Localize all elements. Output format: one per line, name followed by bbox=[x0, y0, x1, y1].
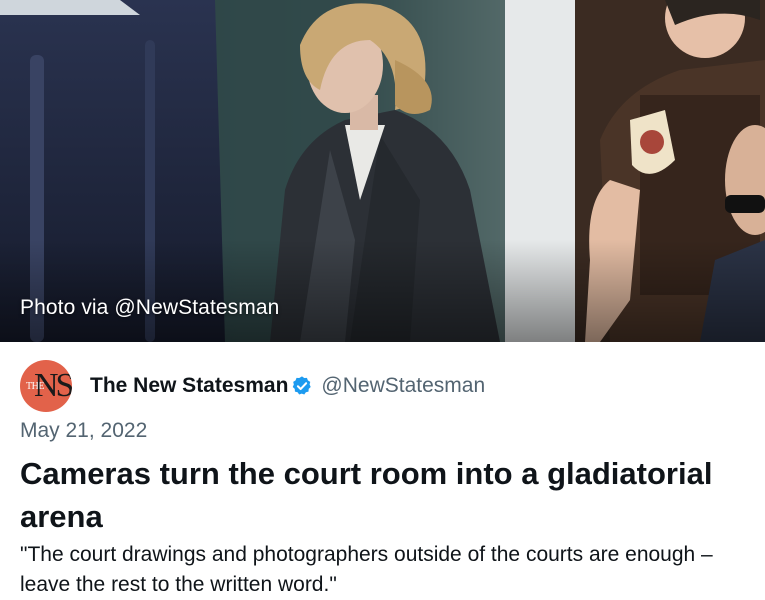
avatar-big-text: NS bbox=[34, 367, 72, 404]
author-name[interactable]: The New Statesman bbox=[90, 374, 288, 398]
article-headline[interactable]: Cameras turn the court room into a gladi… bbox=[20, 452, 750, 538]
article-excerpt: "The court drawings and photographers ou… bbox=[20, 543, 713, 596]
author-handle[interactable]: @NewStatesman bbox=[321, 374, 485, 398]
article-photo[interactable]: Photo via @NewStatesman bbox=[0, 0, 765, 342]
author-row: THE NS The New Statesman @NewStatesman bbox=[20, 360, 485, 412]
photo-caption: Photo via @NewStatesman bbox=[20, 296, 280, 319]
article-card[interactable]: Photo via @NewStatesman THE NS The New S… bbox=[0, 0, 765, 600]
publish-date: May 21, 2022 bbox=[20, 419, 148, 442]
verified-badge-icon bbox=[293, 376, 312, 395]
photo-illustration bbox=[0, 0, 765, 342]
avatar[interactable]: THE NS bbox=[20, 360, 72, 412]
